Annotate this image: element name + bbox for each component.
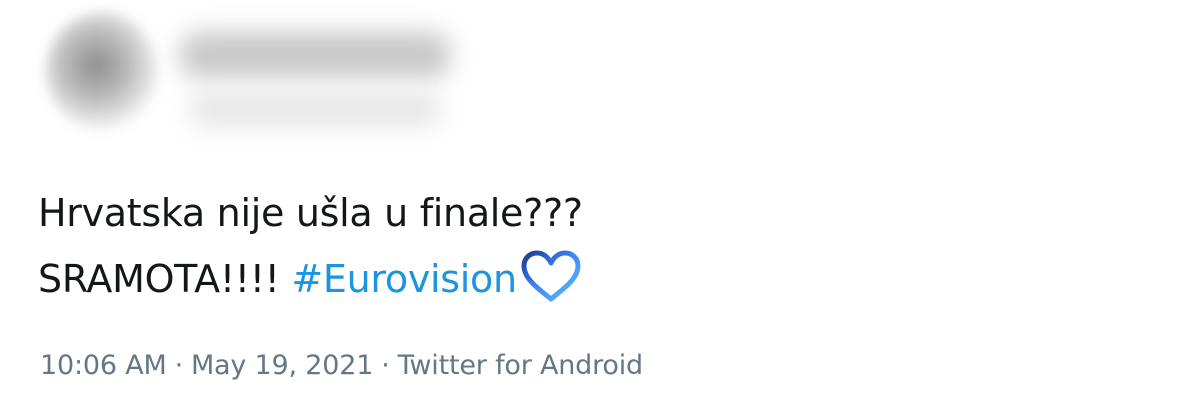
tweet-text-line2: SRAMOTA!!!!: [38, 257, 292, 301]
eurovision-heart-icon: [521, 250, 581, 302]
tweet-text-line1: Hrvatska nije ušla u finale???: [38, 191, 583, 235]
tweet-time[interactable]: 10:06 AM: [40, 350, 167, 381]
tweet-card: Hrvatska nije ušla u finale??? SRAMOTA!!…: [0, 0, 1200, 418]
meta-separator: ·: [174, 350, 184, 381]
tweet-meta: 10:06 AM · May 19, 2021 · Twitter for Androi…: [40, 348, 643, 384]
meta-separator: ·: [381, 350, 390, 381]
avatar[interactable]: [46, 12, 158, 130]
tweet-source[interactable]: Twitter for Android: [398, 350, 644, 381]
author-handle-blurred[interactable]: [190, 92, 440, 126]
tweet-text: Hrvatska nije ušla u finale??? SRAMOTA!!…: [38, 180, 583, 312]
tweet-date[interactable]: May 19, 2021: [191, 350, 373, 381]
author-header-blurred[interactable]: [40, 10, 460, 140]
hashtag-link[interactable]: #Eurovision: [291, 257, 517, 301]
author-name-blurred[interactable]: [180, 32, 450, 78]
